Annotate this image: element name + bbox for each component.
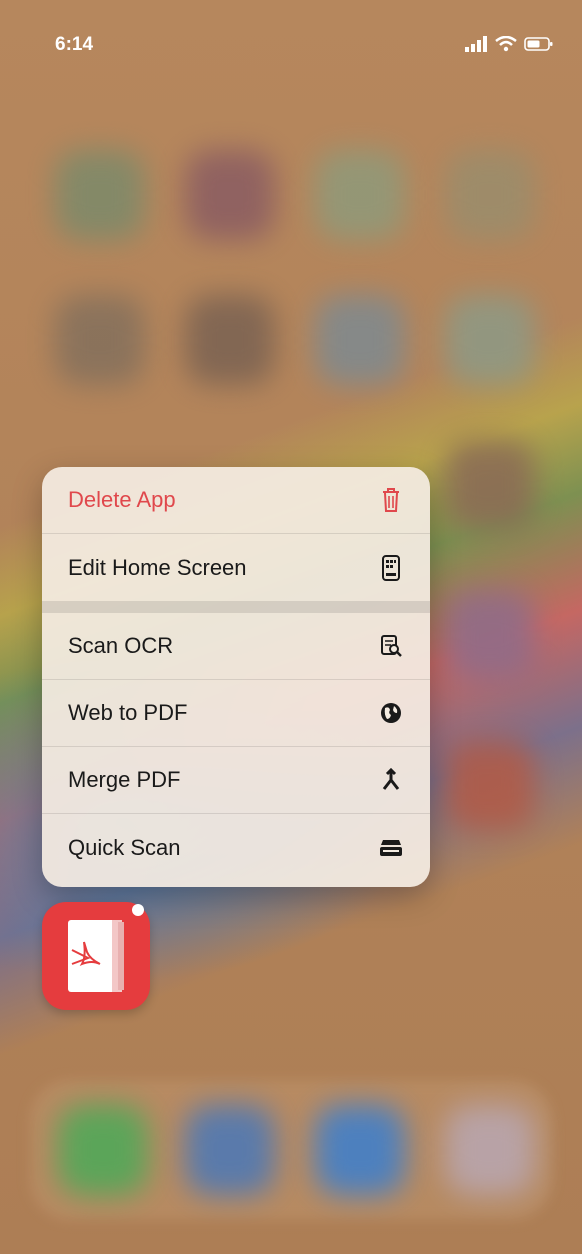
blurred-dock-icon <box>58 1105 148 1195</box>
menu-item-delete-app[interactable]: Delete App <box>42 467 430 534</box>
menu-section-separator <box>42 601 430 613</box>
menu-item-label: Quick Scan <box>68 834 181 860</box>
status-icons <box>464 36 554 52</box>
merge-arrows-icon <box>378 767 404 793</box>
menu-item-label: Delete App <box>68 487 176 512</box>
menu-item-merge-pdf[interactable]: Merge PDF <box>42 747 430 814</box>
app-context-menu: Delete App Edit Home Screen Scan OCR Web… <box>42 467 430 887</box>
menu-item-label: Merge PDF <box>68 767 181 792</box>
blurred-app-icon <box>315 150 405 240</box>
blurred-app-icon <box>445 740 535 830</box>
blurred-app-icon <box>55 150 145 240</box>
menu-item-edit-home-screen[interactable]: Edit Home Screen <box>42 534 430 601</box>
trash-icon <box>378 487 404 513</box>
blurred-dock-icon <box>445 1105 535 1195</box>
blurred-dock-icon <box>315 1105 405 1195</box>
menu-item-quick-scan[interactable]: Quick Scan <box>42 814 430 881</box>
signal-icon <box>465 36 487 52</box>
blurred-app-icon <box>185 295 275 385</box>
doc-magnify-icon <box>378 633 404 659</box>
menu-item-label: Web to PDF <box>68 700 188 725</box>
phone-apps-icon <box>378 554 404 581</box>
blurred-app-icon <box>315 295 405 385</box>
document-logo-icon <box>68 904 144 992</box>
scanner-icon <box>378 835 404 861</box>
blurred-app-icon <box>185 150 275 240</box>
blurred-app-icon <box>445 150 535 240</box>
status-bar: 6:14 <box>0 34 582 58</box>
menu-item-label: Edit Home Screen <box>68 554 247 580</box>
blurred-app-icon <box>445 295 535 385</box>
wifi-icon <box>495 36 517 52</box>
menu-item-web-to-pdf[interactable]: Web to PDF <box>42 680 430 747</box>
status-time: 6:14 <box>55 34 94 55</box>
pdf-app-icon[interactable] <box>42 902 150 1010</box>
menu-item-scan-ocr[interactable]: Scan OCR <box>42 613 430 680</box>
blurred-app-icon <box>445 590 535 680</box>
blurred-dock-icon <box>185 1105 275 1195</box>
battery-icon <box>524 37 553 51</box>
globe-icon <box>378 700 404 726</box>
blurred-app-icon <box>445 440 535 530</box>
menu-item-label: Scan OCR <box>68 633 174 658</box>
blurred-app-icon <box>55 295 145 385</box>
